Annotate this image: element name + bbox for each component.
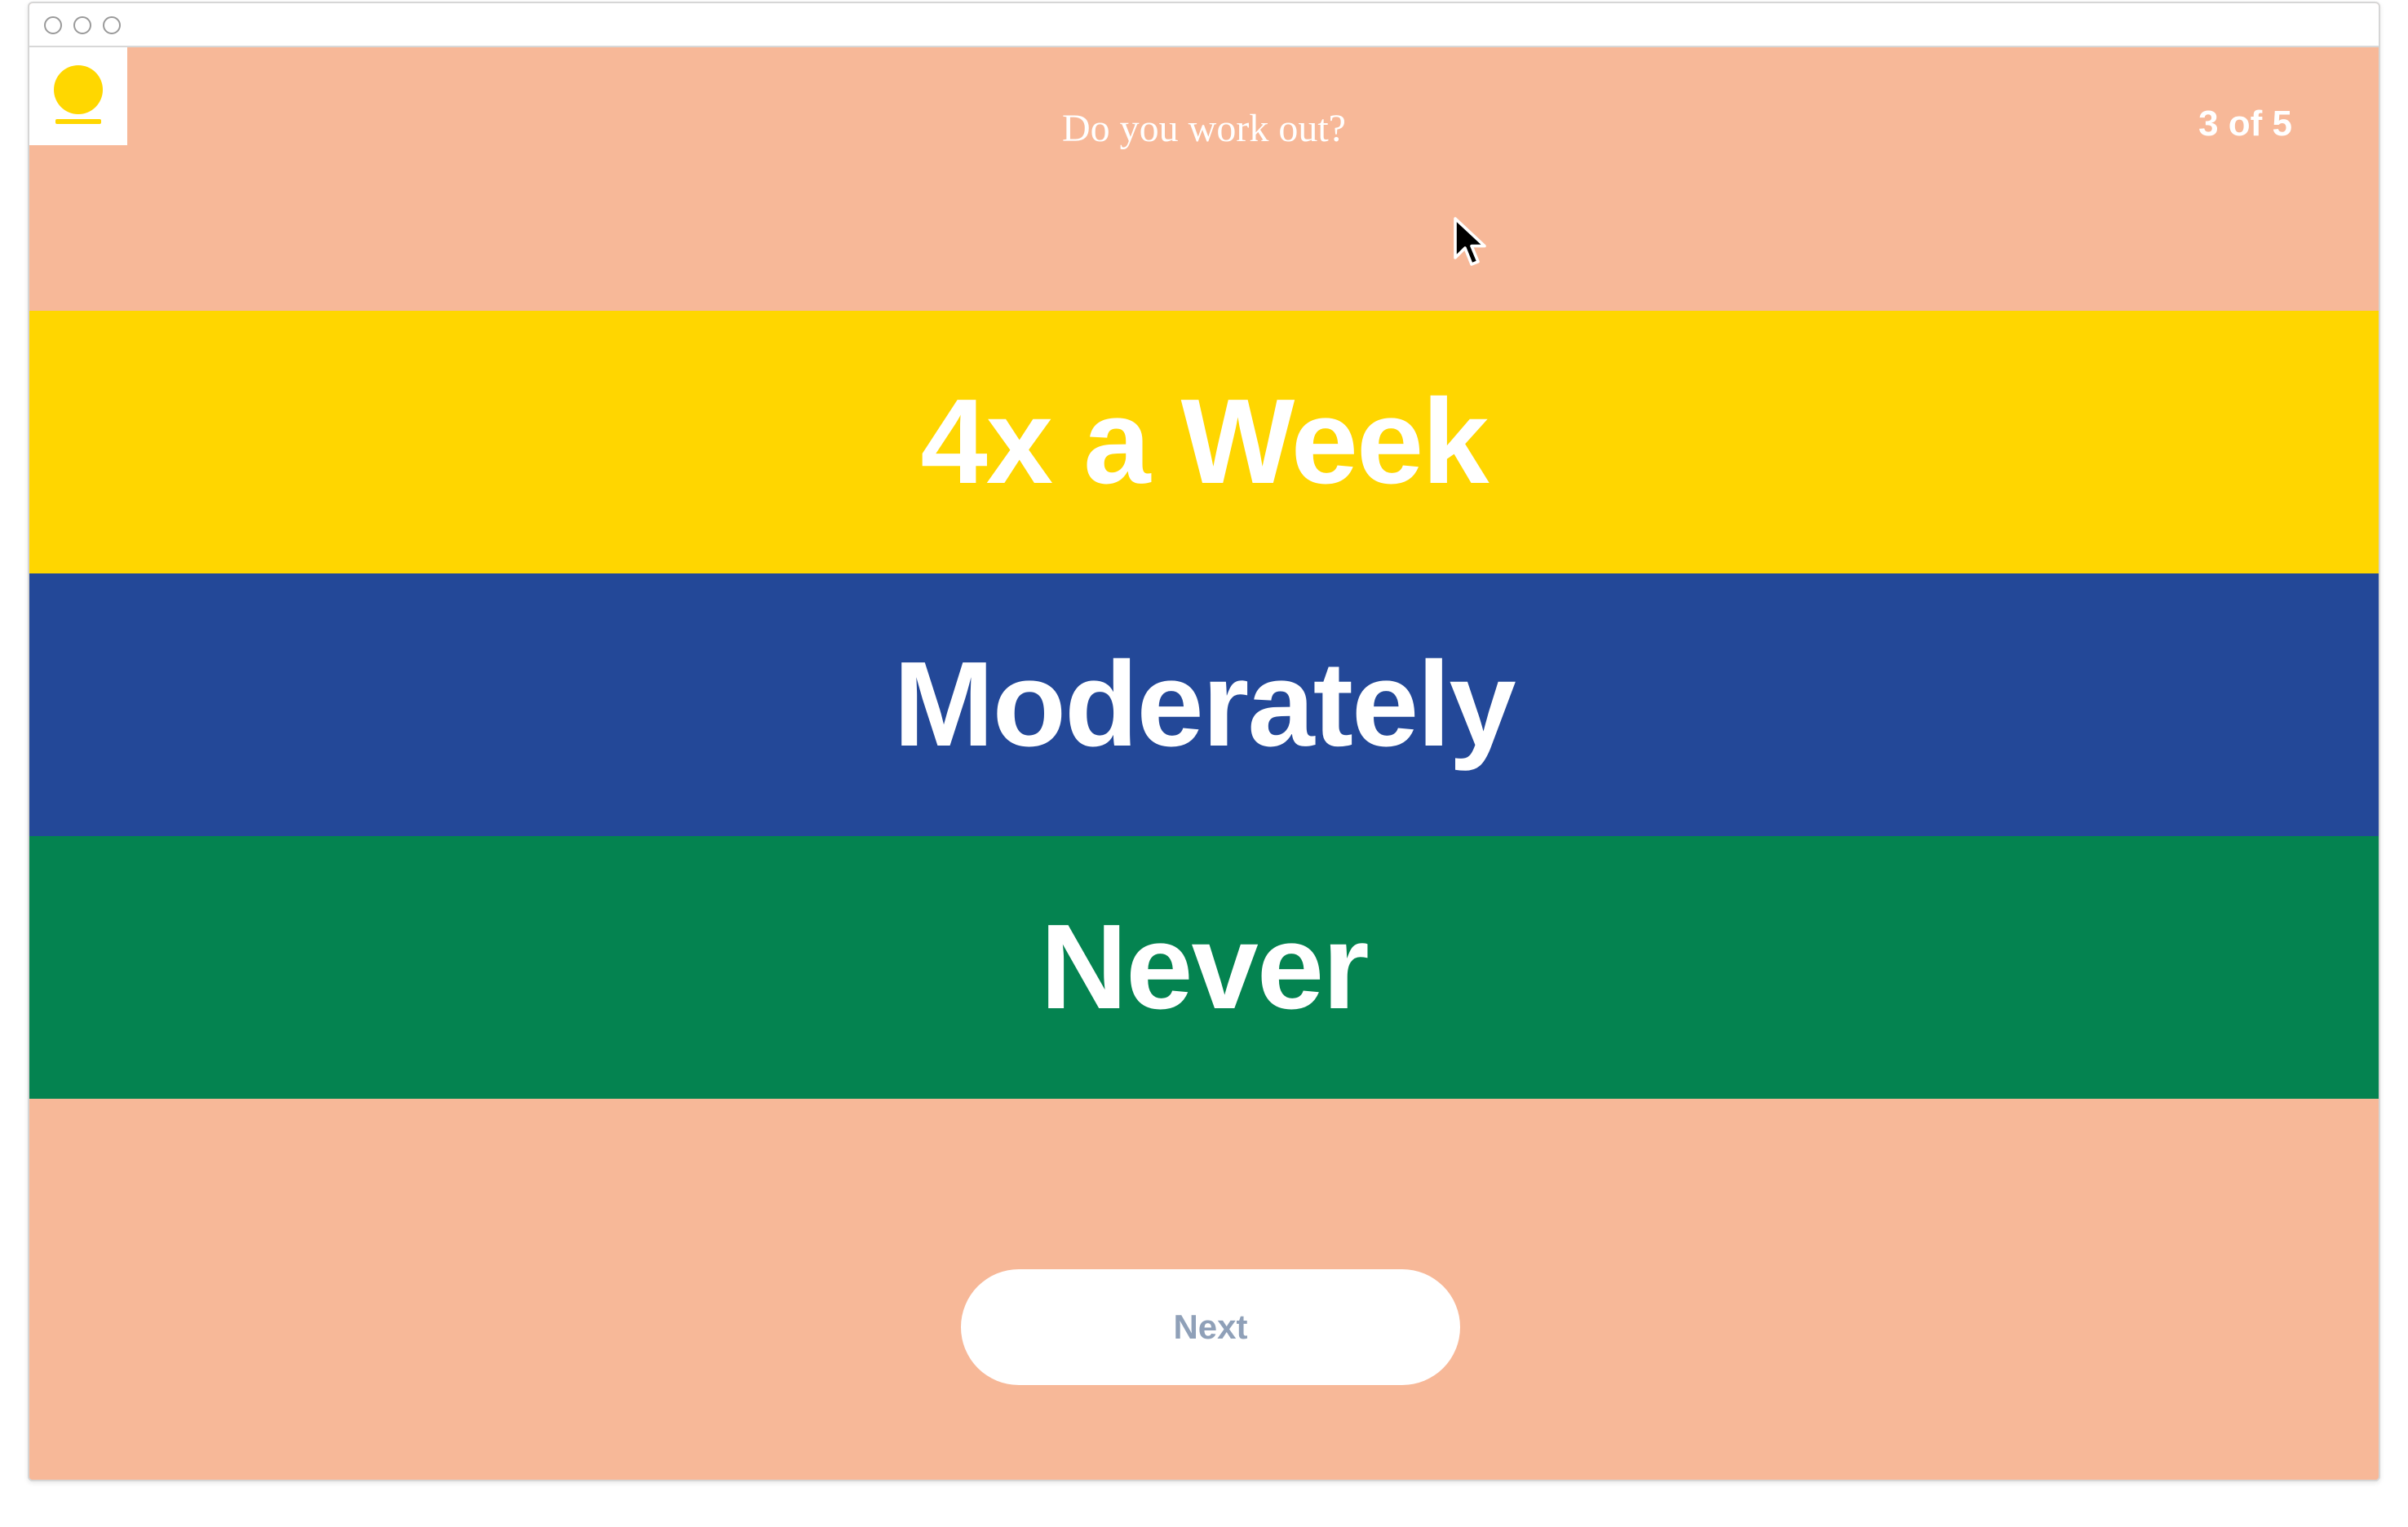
next-button[interactable]: Next [961,1269,1460,1385]
question-title: Do you work out? [1062,107,1346,150]
option-never[interactable]: Never [29,836,2379,1099]
zoom-window-button[interactable] [103,16,121,34]
close-window-button[interactable] [44,16,62,34]
progress-indicator: 3 of 5 [2198,104,2292,144]
minimize-window-button[interactable] [73,16,91,34]
window-titlebar [29,3,2379,47]
option-4x-a-week[interactable]: 4x a Week [29,311,2379,573]
browser-window: Do you work out? 3 of 5 4x a Week Modera… [28,2,2380,1481]
quiz-page: Do you work out? 3 of 5 4x a Week Modera… [29,47,2379,1480]
option-moderately[interactable]: Moderately [29,573,2379,836]
